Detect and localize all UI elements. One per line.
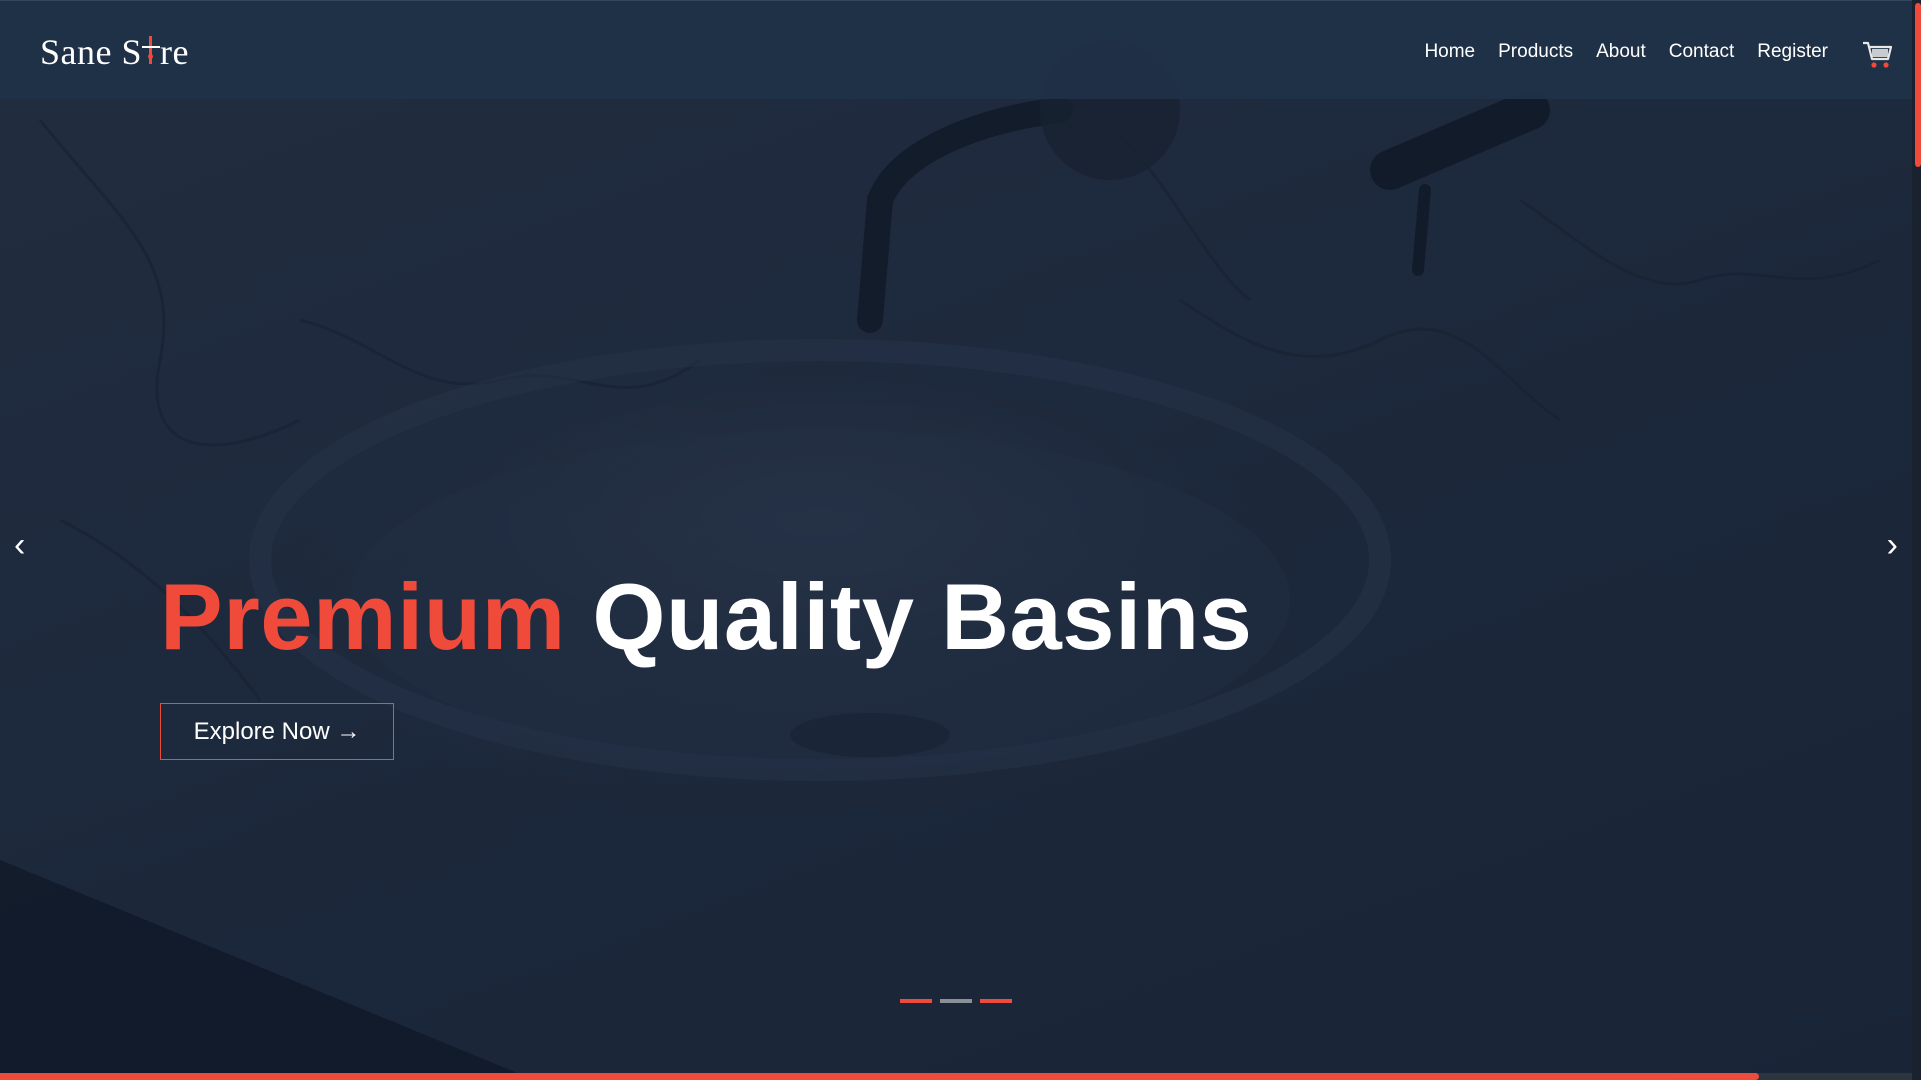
nav-register[interactable]: Register	[1757, 41, 1828, 63]
carousel-prev-arrow[interactable]: ‹	[14, 528, 25, 562]
scrollbar-thumb[interactable]	[1915, 3, 1921, 167]
carousel-indicators	[900, 999, 1012, 1003]
hero-title: Premium Quality Basins	[160, 563, 1252, 671]
carousel-next-arrow[interactable]: ›	[1887, 528, 1898, 562]
hero-title-rest: Quality Basins	[592, 564, 1253, 669]
logo-text-prefix: Sane S	[40, 32, 142, 72]
nav-home[interactable]: Home	[1424, 41, 1475, 63]
carousel-indicator-3[interactable]	[980, 999, 1012, 1003]
hero-overlay	[0, 0, 1912, 1074]
explore-now-button[interactable]: Explore Now →	[160, 703, 394, 760]
carousel-indicator-2[interactable]	[940, 999, 972, 1003]
page-progress-bar	[0, 1073, 1912, 1080]
hero-title-accent: Premium	[160, 564, 566, 669]
nav-about[interactable]: About	[1596, 41, 1646, 63]
faucet-logo-icon	[142, 36, 160, 66]
viewport: Sane S re Home Products About Contact Reg…	[0, 0, 1912, 1074]
site-header: Sane S re Home Products About Contact Reg…	[0, 0, 1912, 99]
page-progress-fill	[0, 1073, 1759, 1080]
nav-products[interactable]: Products	[1498, 41, 1573, 63]
scrollbar[interactable]	[1912, 0, 1921, 1080]
shopping-cart-icon[interactable]	[1862, 37, 1894, 71]
nav-contact[interactable]: Contact	[1669, 41, 1734, 63]
main-nav: Home Products About Contact Register	[1401, 41, 1828, 63]
logo-text-suffix: re	[160, 32, 189, 72]
logo[interactable]: Sane S re	[40, 31, 189, 73]
carousel-indicator-1[interactable]	[900, 999, 932, 1003]
